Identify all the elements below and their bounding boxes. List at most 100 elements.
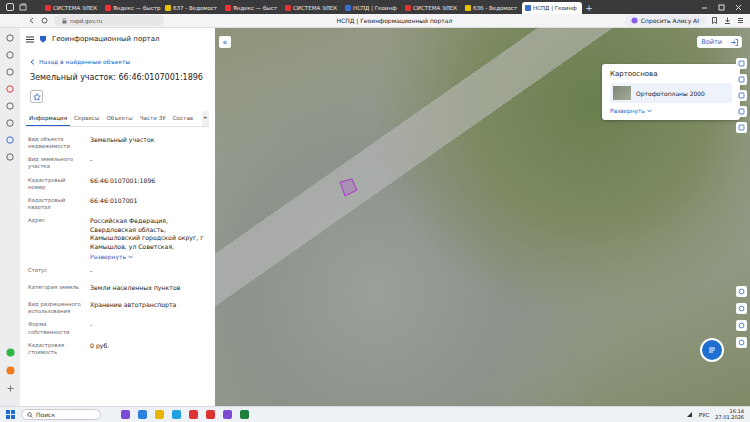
info-tab[interactable]: Информация [26, 111, 70, 126]
sidebar-app-icon[interactable] [6, 85, 14, 93]
zoom-out-button[interactable] [736, 337, 747, 348]
sidebar-app-icon[interactable] [6, 119, 14, 127]
sidebar-app-icon[interactable] [6, 102, 14, 110]
layer-label: Ортофотопланы 2000 [636, 90, 705, 97]
browser-logo-icon[interactable] [6, 3, 14, 11]
browser-tab[interactable]: 636 - Ведомост [462, 2, 522, 14]
lock-icon [62, 18, 67, 24]
url-field[interactable]: nspd.gov.ru [54, 15, 164, 26]
taskbar-app-icon[interactable] [240, 410, 249, 419]
zoom-out-icon [738, 339, 745, 346]
basemap-layer[interactable]: Ортофотопланы 2000 [610, 83, 732, 103]
alice-label: Спросить Алису AI [641, 17, 699, 24]
app-icon[interactable] [6, 366, 15, 375]
browser-tab[interactable]: СИСТЕМА ЭЛЕК [402, 2, 462, 14]
tab-label: Яндекс — быст [233, 5, 277, 11]
chat-button[interactable] [700, 338, 724, 362]
menu-icon[interactable] [737, 17, 744, 24]
sidebar-app-icon[interactable] [6, 153, 14, 161]
zoom-in-icon [738, 322, 745, 329]
alice-button[interactable]: Спросить Алису AI [625, 15, 705, 26]
field-row: АдресРоссийская Федерация, Свердловская … [28, 214, 209, 264]
zoom-in-button[interactable] [736, 320, 747, 331]
browser-tab[interactable]: 637 - Ведомост [162, 2, 222, 14]
favicon-icon [285, 5, 291, 11]
field-value: - [90, 156, 209, 170]
close-icon[interactable] [735, 4, 742, 11]
expand-link[interactable]: Развернуть [610, 108, 732, 114]
maximize-icon[interactable] [718, 4, 725, 11]
browser-tab[interactable]: Яндекс — быст [222, 2, 282, 14]
info-tab[interactable]: Части ЗУ [137, 111, 169, 126]
layers-icon [738, 60, 745, 67]
login-button[interactable]: Войти [697, 36, 742, 48]
browser-tab[interactable]: НСПД | Геоинф [342, 2, 402, 14]
sidebar-app-icon[interactable] [6, 136, 14, 144]
expand-label: Развернуть [610, 108, 645, 114]
sidebar-app-icon[interactable] [6, 51, 14, 59]
info-tab[interactable]: Состав [170, 111, 196, 126]
expand-label: Развернуть [90, 253, 126, 261]
field-label: Адрес [28, 217, 84, 261]
print-icon [738, 92, 745, 99]
taskbar-app-icon[interactable] [189, 410, 198, 419]
reload-icon[interactable] [41, 17, 48, 24]
tab-label: НСПД | Геоинф [533, 5, 577, 11]
language-indicator[interactable]: РУС [699, 412, 710, 418]
field-value: - [90, 267, 209, 278]
add-icon[interactable] [6, 384, 15, 393]
info-tab[interactable]: Сервисы [71, 111, 102, 126]
window-controls [693, 0, 750, 14]
browser-tab[interactable]: СИСТЕМА ЭЛЕК [282, 2, 342, 14]
download-icon[interactable] [724, 17, 731, 24]
map-type-button[interactable] [736, 303, 747, 314]
field-value: Хранение автотранспорта [90, 301, 209, 315]
locate-button[interactable] [736, 286, 747, 297]
taskbar-app-icon[interactable] [138, 410, 147, 419]
field-label: Категория земель [28, 284, 84, 295]
whatsapp-icon[interactable] [6, 348, 15, 357]
taskbar-app-icon[interactable] [223, 410, 232, 419]
locate-icon [738, 288, 745, 295]
windows-icon[interactable] [6, 410, 15, 419]
taskbar-search[interactable]: Поиск [21, 409, 101, 420]
hamburger-icon[interactable] [26, 36, 34, 43]
clock[interactable]: 16:1427.01.2026 [715, 409, 744, 421]
browser-tab[interactable]: НСПД | Геоинф [522, 2, 582, 14]
field-value-text: Российская Федерация, Свердловская облас… [90, 217, 209, 252]
bookmark-icon[interactable] [711, 17, 718, 24]
collapse-panel-button[interactable]: « [219, 36, 231, 48]
print-button[interactable] [736, 90, 747, 101]
map-toolbar [736, 58, 747, 133]
tabs-scroll-button[interactable]: ▸ [202, 111, 209, 126]
minimize-icon[interactable] [701, 4, 708, 11]
browser-tab[interactable]: Яндекс — быстр [102, 2, 162, 14]
field-label: Вид земельного участка [28, 156, 84, 170]
layers-button[interactable] [736, 58, 747, 69]
back-icon[interactable] [28, 17, 35, 24]
field-value-text: - [90, 267, 209, 276]
taskbar-app-icon[interactable] [121, 410, 130, 419]
expand-link[interactable]: Развернуть [90, 253, 209, 261]
favicon-icon [45, 5, 51, 11]
search-button[interactable] [736, 106, 747, 117]
favorite-button[interactable] [30, 90, 43, 103]
taskbar-app-icon[interactable] [172, 410, 181, 419]
field-value-text: Земельный участок [90, 136, 209, 145]
map-view[interactable]: «ВойтиКартоосноваОртофотопланы 2000Разве… [215, 28, 750, 406]
new-tab-button[interactable]: + [582, 2, 596, 14]
tabs-icon[interactable] [19, 3, 27, 11]
date: 27.01.2026 [715, 415, 744, 421]
info-tab[interactable]: Объекты [103, 111, 135, 126]
field-row: Кадастровый квартал66:46:0107001 [28, 194, 209, 214]
sidebar-app-icon[interactable] [6, 34, 14, 42]
field-row: Кадастровая стоимость0 руб. [28, 339, 209, 359]
share-button[interactable] [736, 122, 747, 133]
taskbar-app-icon[interactable] [155, 410, 164, 419]
browser-tab[interactable]: СИСТЕМА ЭЛЕК [42, 2, 102, 14]
taskbar-app-icon[interactable] [206, 410, 215, 419]
field-value-text: - [90, 321, 209, 330]
back-link[interactable]: Назад в найденные объекты [26, 50, 209, 71]
ruler-button[interactable] [736, 74, 747, 85]
sidebar-app-icon[interactable] [6, 68, 14, 76]
